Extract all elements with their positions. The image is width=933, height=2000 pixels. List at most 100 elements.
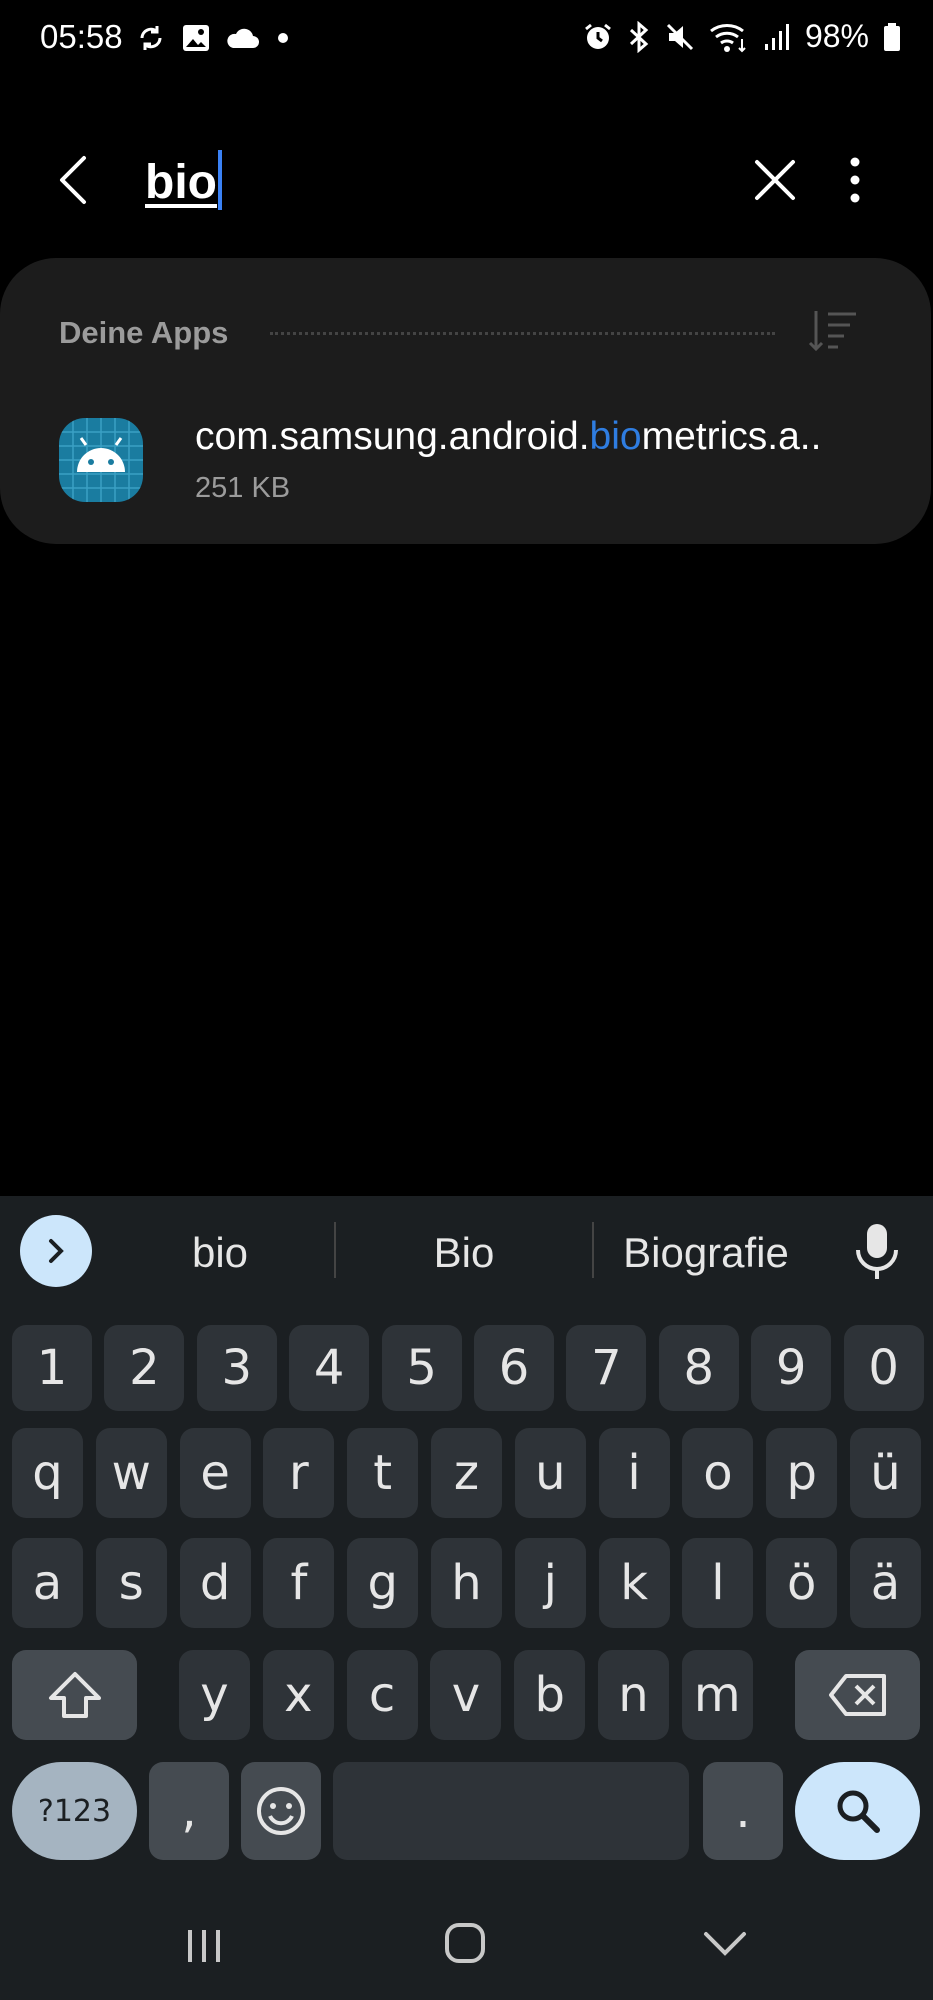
search-input[interactable]: bio <box>145 150 222 220</box>
key-i[interactable]: i <box>598 1428 670 1518</box>
key-u[interactable]: u <box>514 1428 586 1518</box>
hide-keyboard-button[interactable] <box>700 1920 750 1975</box>
navigation-bar <box>0 1890 933 2000</box>
recent-apps-button[interactable] <box>180 1920 230 1975</box>
status-time: 05:58 <box>40 18 123 55</box>
dot-icon <box>278 33 288 43</box>
key-q[interactable]: q <box>12 1428 83 1518</box>
suggestion-2[interactable]: Bio <box>364 1220 564 1286</box>
close-icon <box>755 160 795 200</box>
shift-key[interactable] <box>12 1650 137 1740</box>
key-3[interactable]: 3 <box>196 1325 277 1411</box>
key-9[interactable]: 9 <box>751 1325 832 1411</box>
more-options-button[interactable] <box>840 150 870 210</box>
voice-input-button[interactable] <box>852 1222 902 1282</box>
key-c[interactable]: c <box>346 1650 418 1740</box>
status-bar: 05:58 98% <box>0 0 933 80</box>
wifi-icon <box>710 23 746 52</box>
back-button[interactable] <box>48 150 108 210</box>
key-4[interactable]: 4 <box>289 1325 370 1411</box>
suggestion-separator <box>592 1222 594 1278</box>
recents-icon <box>188 1930 220 1962</box>
key-ä[interactable]: ä <box>850 1538 921 1628</box>
suggestion-separator <box>334 1222 336 1278</box>
key-m[interactable]: m <box>681 1650 753 1740</box>
key-h[interactable]: h <box>431 1538 502 1628</box>
key-2[interactable]: 2 <box>104 1325 185 1411</box>
back-arrow-icon <box>60 156 86 204</box>
status-left-icons <box>135 22 293 54</box>
app-name-suffix: metrics.a.. <box>641 415 822 458</box>
key-t[interactable]: t <box>347 1428 419 1518</box>
home-icon <box>445 1923 485 1963</box>
shift-icon <box>48 1672 101 1718</box>
chevron-down-icon <box>704 1932 746 1956</box>
image-icon <box>183 25 209 51</box>
key-d[interactable]: d <box>179 1538 251 1628</box>
app-name: com.samsung.android.biometrics.a.. <box>195 415 821 459</box>
period-key[interactable]: . <box>703 1762 783 1860</box>
text-caret <box>217 150 222 210</box>
key-8[interactable]: 8 <box>658 1325 739 1411</box>
key-z[interactable]: z <box>431 1428 502 1518</box>
key-y[interactable]: y <box>179 1650 250 1740</box>
key-k[interactable]: k <box>598 1538 670 1628</box>
key-e[interactable]: e <box>179 1428 251 1518</box>
key-a[interactable]: a <box>12 1538 83 1628</box>
key-w[interactable]: w <box>95 1428 167 1518</box>
app-size: 251 KB <box>195 472 291 504</box>
key-o[interactable]: o <box>682 1428 754 1518</box>
space-key[interactable] <box>333 1762 689 1860</box>
status-right-icons: 98% <box>583 18 901 55</box>
battery-percent: 98% <box>804 18 869 54</box>
signal-icon <box>764 23 789 50</box>
mic-icon <box>856 1224 898 1279</box>
cloud-icon <box>227 28 259 48</box>
sync-icon <box>140 26 162 50</box>
key-6[interactable]: 6 <box>474 1325 554 1411</box>
key-s[interactable]: s <box>95 1538 167 1628</box>
sort-button[interactable] <box>808 308 860 354</box>
mute-icon <box>666 23 694 50</box>
key-1[interactable]: 1 <box>12 1325 92 1411</box>
more-vert-icon <box>850 157 860 203</box>
chevron-right-icon <box>49 1239 64 1263</box>
suggestion-3[interactable]: Biografie <box>606 1220 806 1286</box>
backspace-icon <box>828 1674 886 1716</box>
key-p[interactable]: p <box>766 1428 838 1518</box>
app-name-prefix: com.samsung.android. <box>195 415 590 458</box>
key-r[interactable]: r <box>263 1428 335 1518</box>
battery-icon <box>884 22 900 51</box>
emoji-icon <box>257 1787 305 1835</box>
bluetooth-icon <box>629 20 649 53</box>
key-l[interactable]: l <box>682 1538 754 1628</box>
suggestion-1[interactable]: bio <box>120 1220 320 1286</box>
section-divider <box>270 332 775 335</box>
key-0[interactable]: 0 <box>843 1325 924 1411</box>
backspace-key[interactable] <box>795 1650 920 1740</box>
comma-key[interactable]: , <box>149 1762 229 1860</box>
key-ö[interactable]: ö <box>766 1538 838 1628</box>
android-icon <box>59 418 143 502</box>
key-7[interactable]: 7 <box>566 1325 647 1411</box>
search-key[interactable] <box>795 1762 920 1860</box>
home-button[interactable] <box>440 1918 490 1973</box>
alarm-icon <box>585 23 611 49</box>
key-v[interactable]: v <box>430 1650 502 1740</box>
toolbar-expand-button[interactable] <box>20 1215 92 1287</box>
search-icon <box>837 1790 880 1833</box>
key-j[interactable]: j <box>514 1538 586 1628</box>
emoji-key[interactable] <box>241 1762 321 1860</box>
key-g[interactable]: g <box>347 1538 419 1628</box>
app-name-match: bio <box>589 415 642 458</box>
clear-search-button[interactable] <box>745 150 805 210</box>
symbols-key[interactable]: ?123 <box>12 1762 137 1860</box>
key-5[interactable]: 5 <box>381 1325 462 1411</box>
key-n[interactable]: n <box>598 1650 669 1740</box>
sort-icon <box>808 311 856 352</box>
key-b[interactable]: b <box>514 1650 586 1740</box>
key-ü[interactable]: ü <box>850 1428 921 1518</box>
key-x[interactable]: x <box>262 1650 334 1740</box>
section-title: Deine Apps <box>59 315 229 350</box>
key-f[interactable]: f <box>263 1538 335 1628</box>
